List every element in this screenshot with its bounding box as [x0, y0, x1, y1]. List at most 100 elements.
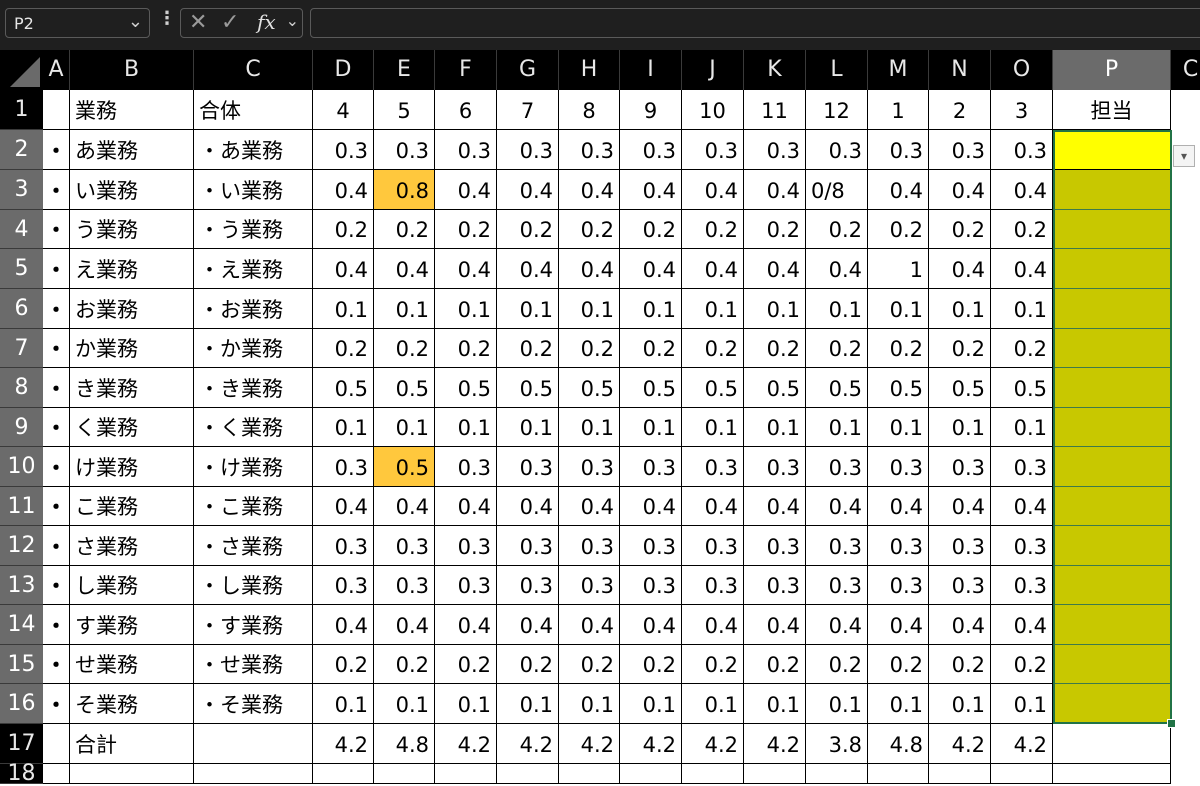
cell-G12[interactable]: 0.3 — [497, 526, 559, 566]
cell-M15[interactable]: 0.2 — [868, 645, 929, 684]
column-header-G[interactable]: G — [497, 50, 559, 90]
row-header-17[interactable]: 17 — [0, 724, 43, 764]
cell-E8[interactable]: 0.5 — [374, 368, 435, 408]
cell-O9[interactable]: 0.1 — [991, 408, 1053, 447]
cell-C18[interactable] — [194, 764, 313, 784]
cell-I17[interactable]: 4.2 — [620, 724, 682, 764]
cell-B9[interactable]: く業務 — [70, 408, 194, 447]
cell-D18[interactable] — [313, 764, 374, 784]
cell-A14[interactable]: ・ — [43, 605, 70, 645]
cell-J16[interactable]: 0.1 — [682, 684, 744, 724]
cell-L17[interactable]: 3.8 — [806, 724, 868, 764]
cell-B6[interactable]: お業務 — [70, 289, 194, 329]
cell-C1[interactable]: 合体 — [194, 90, 313, 130]
cell-O11[interactable]: 0.4 — [991, 487, 1053, 526]
column-header-C[interactable]: C — [194, 50, 313, 90]
cell-F5[interactable]: 0.4 — [435, 249, 497, 289]
formula-input[interactable] — [310, 8, 1200, 38]
cell-O16[interactable]: 0.1 — [991, 684, 1053, 724]
cell-G11[interactable]: 0.4 — [497, 487, 559, 526]
cell-E6[interactable]: 0.1 — [374, 289, 435, 329]
column-header-P[interactable]: P — [1053, 50, 1171, 90]
cell-L7[interactable]: 0.2 — [806, 329, 868, 368]
cell-L3[interactable]: 0/8 — [806, 170, 868, 210]
row-header-7[interactable]: 7 — [0, 329, 43, 368]
cell-E7[interactable]: 0.2 — [374, 329, 435, 368]
cell-J13[interactable]: 0.3 — [682, 566, 744, 605]
cell-B4[interactable]: う業務 — [70, 210, 194, 249]
column-header-L[interactable]: L — [806, 50, 868, 90]
cell-B2[interactable]: あ業務 — [70, 130, 194, 170]
cell-J4[interactable]: 0.2 — [682, 210, 744, 249]
cell-L11[interactable]: 0.4 — [806, 487, 868, 526]
cell-C9[interactable]: ・く業務 — [194, 408, 313, 447]
cell-N6[interactable]: 0.1 — [929, 289, 991, 329]
cell-E15[interactable]: 0.2 — [374, 645, 435, 684]
cell-A9[interactable]: ・ — [43, 408, 70, 447]
cell-I6[interactable]: 0.1 — [620, 289, 682, 329]
cell-B8[interactable]: き業務 — [70, 368, 194, 408]
cell-L5[interactable]: 0.4 — [806, 249, 868, 289]
cell-H16[interactable]: 0.1 — [559, 684, 620, 724]
cell-F10[interactable]: 0.3 — [435, 447, 497, 487]
cell-O8[interactable]: 0.5 — [991, 368, 1053, 408]
cell-D16[interactable]: 0.1 — [313, 684, 374, 724]
cancel-icon[interactable]: ✕ — [189, 10, 207, 35]
cell-N18[interactable] — [929, 764, 991, 784]
cell-F12[interactable]: 0.3 — [435, 526, 497, 566]
cell-C4[interactable]: ・う業務 — [194, 210, 313, 249]
cell-H4[interactable]: 0.2 — [559, 210, 620, 249]
cell-K13[interactable]: 0.3 — [744, 566, 806, 605]
cell-P17[interactable] — [1053, 724, 1171, 764]
cell-G4[interactable]: 0.2 — [497, 210, 559, 249]
cell-H17[interactable]: 4.2 — [559, 724, 620, 764]
cell-K14[interactable]: 0.4 — [744, 605, 806, 645]
cell-A6[interactable]: ・ — [43, 289, 70, 329]
row-header-9[interactable]: 9 — [0, 408, 43, 447]
cell-O7[interactable]: 0.2 — [991, 329, 1053, 368]
cell-H3[interactable]: 0.4 — [559, 170, 620, 210]
cell-K1[interactable]: 11 — [744, 90, 806, 130]
cell-P6[interactable] — [1053, 289, 1171, 329]
cell-E1[interactable]: 5 — [374, 90, 435, 130]
row-header-5[interactable]: 5 — [0, 249, 43, 289]
cell-D5[interactable]: 0.4 — [313, 249, 374, 289]
cell-B3[interactable]: い業務 — [70, 170, 194, 210]
column-header-E[interactable]: E — [374, 50, 435, 90]
cell-J18[interactable] — [682, 764, 744, 784]
cell-H6[interactable]: 0.1 — [559, 289, 620, 329]
cell-A2[interactable]: ・ — [43, 130, 70, 170]
cell-I13[interactable]: 0.3 — [620, 566, 682, 605]
cell-K11[interactable]: 0.4 — [744, 487, 806, 526]
cell-D8[interactable]: 0.5 — [313, 368, 374, 408]
column-header-Q[interactable]: C — [1171, 50, 1200, 90]
cell-F15[interactable]: 0.2 — [435, 645, 497, 684]
cell-J7[interactable]: 0.2 — [682, 329, 744, 368]
cell-O4[interactable]: 0.2 — [991, 210, 1053, 249]
cell-F3[interactable]: 0.4 — [435, 170, 497, 210]
cell-J11[interactable]: 0.4 — [682, 487, 744, 526]
cell-A5[interactable]: ・ — [43, 249, 70, 289]
cell-I15[interactable]: 0.2 — [620, 645, 682, 684]
cell-P13[interactable] — [1053, 566, 1171, 605]
cell-P16[interactable] — [1053, 684, 1171, 724]
cell-B18[interactable] — [70, 764, 194, 784]
more-options-icon[interactable]: ⋮ — [158, 8, 176, 29]
cell-K17[interactable]: 4.2 — [744, 724, 806, 764]
cell-I9[interactable]: 0.1 — [620, 408, 682, 447]
cell-A8[interactable]: ・ — [43, 368, 70, 408]
cell-M2[interactable]: 0.3 — [868, 130, 929, 170]
cell-I10[interactable]: 0.3 — [620, 447, 682, 487]
cell-H1[interactable]: 8 — [559, 90, 620, 130]
cell-M7[interactable]: 0.2 — [868, 329, 929, 368]
cell-L15[interactable]: 0.2 — [806, 645, 868, 684]
cell-L6[interactable]: 0.1 — [806, 289, 868, 329]
cell-G6[interactable]: 0.1 — [497, 289, 559, 329]
cell-M16[interactable]: 0.1 — [868, 684, 929, 724]
cell-O2[interactable]: 0.3 — [991, 130, 1053, 170]
cell-B17[interactable]: 合計 — [70, 724, 194, 764]
cell-C11[interactable]: ・こ業務 — [194, 487, 313, 526]
cell-E9[interactable]: 0.1 — [374, 408, 435, 447]
cell-G5[interactable]: 0.4 — [497, 249, 559, 289]
row-header-8[interactable]: 8 — [0, 368, 43, 408]
